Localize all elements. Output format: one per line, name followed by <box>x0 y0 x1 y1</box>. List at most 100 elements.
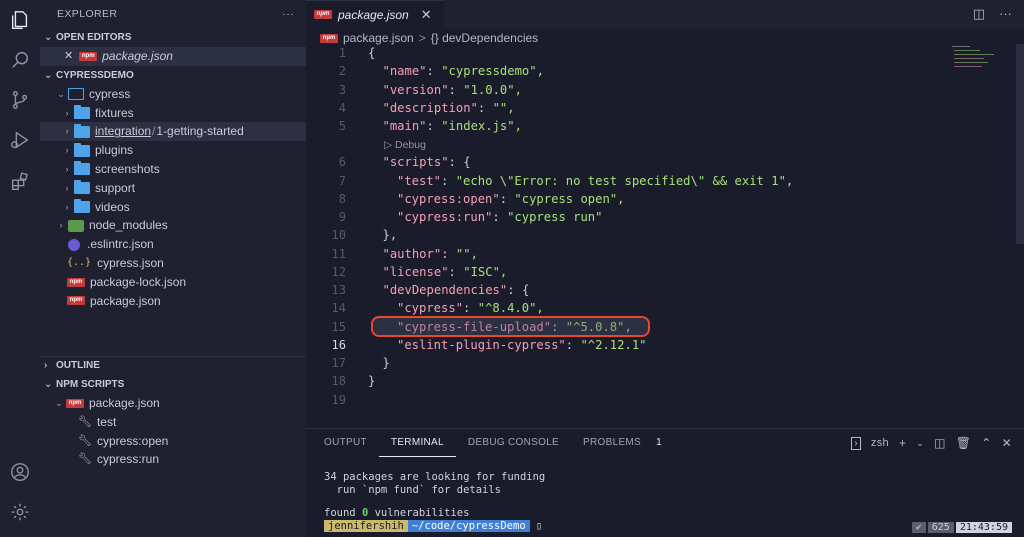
tree-file-package-lock[interactable]: npm package-lock.json <box>40 273 306 292</box>
bottom-panel: OUTPUT TERMINAL DEBUG CONSOLE PROBLEMS 1… <box>306 428 1024 537</box>
code-line: } <box>368 374 376 389</box>
chevron-right-icon: › <box>65 145 69 156</box>
path-separator: / <box>152 124 156 139</box>
more-actions-icon[interactable]: ··· <box>999 6 1012 22</box>
line-number: 17 <box>331 356 346 370</box>
outline-section[interactable]: › OUTLINE <box>40 357 100 375</box>
close-icon[interactable]: ✕ <box>64 47 73 66</box>
editor-tabs: npm package.json ✕ ◫ ··· <box>306 0 1024 28</box>
open-editors-section[interactable]: ⌄ OPEN EDITORS <box>40 29 306 47</box>
npm-icon: npm <box>79 51 98 61</box>
line-number: 12 <box>331 264 346 279</box>
npm-script-cypress-run[interactable]: 🔧︎ cypress:run <box>40 450 306 469</box>
highlight-annotation <box>371 316 650 337</box>
close-icon[interactable]: ✕ <box>421 7 432 23</box>
chevron-right-icon: › <box>65 182 69 193</box>
code-line: "scripts": { <box>383 155 471 169</box>
tree-label: cypress.json <box>97 255 164 270</box>
explorer-icon[interactable] <box>0 0 40 40</box>
tree-label: videos <box>95 199 130 214</box>
open-editor-item[interactable]: ✕ npm package.json <box>40 47 306 66</box>
more-actions-icon[interactable]: ··· <box>282 0 294 28</box>
line-number: 15 <box>331 319 346 334</box>
breadcrumb-symbol[interactable]: {} devDependencies <box>431 28 538 48</box>
tab-problems[interactable]: PROBLEMS 1 <box>571 429 674 457</box>
vuln-text: vulnerabilities <box>368 507 470 519</box>
tree-label: package.json <box>90 293 161 308</box>
breadcrumb-file[interactable]: package.json <box>343 28 414 48</box>
tree-file-cypress-json[interactable]: {..} cypress.json <box>40 254 306 273</box>
json-colon: : <box>499 191 515 206</box>
terminal-icon[interactable]: › <box>851 436 861 450</box>
json-colon: : <box>448 82 464 97</box>
chevron-down-icon: ⌄ <box>44 32 53 43</box>
json-brace: { <box>521 283 530 297</box>
npm-scripts-section[interactable]: ⌄ NPM SCRIPTS <box>40 376 124 394</box>
tree-file-eslintrc[interactable]: .eslintrc.json <box>40 235 306 254</box>
line-number: 14 <box>331 301 346 316</box>
maximize-panel-icon[interactable]: ⌃ <box>981 436 991 450</box>
tree-folder-support[interactable]: › support <box>40 179 306 198</box>
activity-bar <box>0 0 40 537</box>
npm-icon: npm <box>314 10 332 19</box>
tab-output[interactable]: OUTPUT <box>312 429 379 457</box>
tree-label: cypress <box>89 86 131 101</box>
project-section[interactable]: ⌄ CYPRESSDEMO <box>40 67 306 85</box>
chevron-down-icon: ⌄ <box>44 379 53 390</box>
json-key: "version" <box>382 82 449 97</box>
chevron-down-icon: ⌄ <box>55 398 63 408</box>
tree-folder-fixtures[interactable]: › fixtures <box>40 104 306 123</box>
tree-folder-screenshots[interactable]: › screenshots <box>40 160 306 179</box>
json-key: "test" <box>397 173 442 188</box>
json-colon: : <box>426 119 442 133</box>
shell-name[interactable]: zsh <box>871 437 889 449</box>
prompt-path: ~/code/cypressDemo <box>407 519 530 532</box>
npm-script-test[interactable]: 🔧︎ test <box>40 413 306 432</box>
tree-folder-videos[interactable]: › videos <box>40 198 306 217</box>
code-line: "version": "1.0.0", <box>383 83 522 97</box>
extensions-icon[interactable] <box>0 162 40 202</box>
npm-scripts-file[interactable]: ⌄ npm package.json <box>40 394 306 413</box>
account-icon[interactable] <box>0 452 40 492</box>
split-editor-icon[interactable]: ◫ <box>973 6 985 22</box>
json-icon: {..} <box>67 256 92 268</box>
tab-terminal[interactable]: TERMINAL <box>378 429 456 457</box>
json-colon: : <box>565 337 581 352</box>
chevron-down-icon[interactable]: ⌄ <box>916 438 924 449</box>
node-folder-icon <box>68 219 84 232</box>
terminal-cursor: ▯ <box>529 519 543 532</box>
debug-codelens[interactable]: ▷ Debug <box>384 139 426 151</box>
found-text: found <box>324 507 362 519</box>
close-panel-icon[interactable]: ✕ <box>1002 436 1012 450</box>
line-number: 1 <box>338 46 346 60</box>
source-control-icon[interactable] <box>0 80 40 120</box>
tab-package-json[interactable]: npm package.json ✕ <box>306 0 444 28</box>
scrollbar[interactable] <box>1016 44 1024 244</box>
settings-icon[interactable] <box>0 492 40 532</box>
add-terminal-icon[interactable]: + <box>899 436 906 450</box>
script-label: cypress:run <box>96 452 159 467</box>
code-line: "eslint-plugin-cypress": "^2.12.1" <box>397 338 647 352</box>
trash-icon[interactable]: 🗑︎ <box>956 436 972 450</box>
tab-debug-console[interactable]: DEBUG CONSOLE <box>456 429 571 457</box>
folder-icon <box>74 161 90 176</box>
npm-icon: npm <box>67 277 85 287</box>
minimap[interactable] <box>952 44 1012 74</box>
code-line: { <box>368 46 376 60</box>
search-icon[interactable] <box>0 40 40 80</box>
explorer-sidebar: EXPLORER ··· ⌄ OPEN EDITORS ✕ npm packag… <box>40 0 306 537</box>
json-value: "1.0.0", <box>463 82 522 97</box>
tree-folder-plugins[interactable]: › plugins <box>40 141 306 160</box>
tree-folder-node-modules[interactable]: › node_modules <box>40 216 306 235</box>
line-number: 2 <box>338 64 346 79</box>
code-line: }, <box>382 228 398 243</box>
chevron-down-icon: ⌄ <box>44 69 53 81</box>
run-debug-icon[interactable] <box>0 120 40 160</box>
npm-script-cypress-open[interactable]: 🔧︎ cypress:open <box>40 432 306 451</box>
tree-folder-integration[interactable]: › integration / 1-getting-started <box>40 122 306 142</box>
split-terminal-icon[interactable]: ◫ <box>934 436 946 450</box>
chevron-right-icon: › <box>59 220 63 231</box>
json-colon: : <box>492 210 508 224</box>
tree-file-package-json[interactable]: npm package.json <box>40 292 306 311</box>
tree-folder-cypress[interactable]: ⌄ cypress <box>40 85 306 104</box>
